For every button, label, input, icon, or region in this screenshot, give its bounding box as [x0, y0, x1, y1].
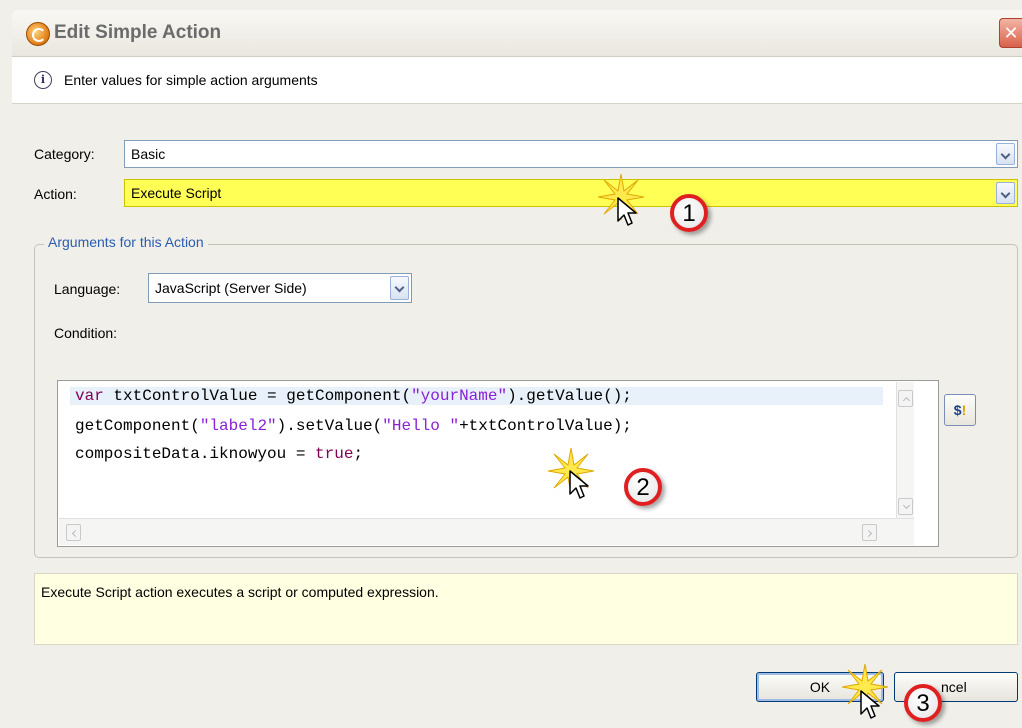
category-label: Category:	[34, 146, 95, 162]
app-logo-icon	[26, 22, 50, 46]
action-label: Action:	[34, 186, 77, 202]
script-editor[interactable]: var txtControlValue = getComponent("your…	[57, 380, 939, 547]
step-2-callout: 2	[624, 468, 662, 506]
close-icon: ✕	[1003, 23, 1019, 43]
scroll-right-icon[interactable]	[862, 524, 877, 541]
edit-simple-action-dialog: Edit Simple Action ✕ i Enter values for …	[0, 0, 1022, 728]
chevron-down-icon[interactable]	[996, 143, 1015, 165]
language-value: JavaScript (Server Side)	[155, 280, 307, 296]
cancel-button-label: ncel	[941, 679, 967, 695]
arguments-group-legend: Arguments for this Action	[44, 234, 208, 250]
code-line-1: var txtControlValue = getComponent("your…	[70, 387, 883, 405]
category-dropdown[interactable]: Basic	[124, 140, 1018, 168]
scroll-down-icon[interactable]	[898, 498, 913, 515]
step-3-callout: 3	[904, 684, 942, 722]
chevron-down-icon[interactable]	[996, 182, 1015, 204]
title-bar: Edit Simple Action ✕	[12, 10, 1022, 57]
mouse-cursor-icon	[569, 470, 589, 499]
scroll-left-icon[interactable]	[66, 524, 81, 541]
code-line-2: getComponent("label2").setValue("Hello "…	[75, 417, 632, 435]
info-icon: i	[34, 71, 52, 89]
mouse-cursor-icon	[860, 690, 880, 719]
script-editor-button[interactable]: $!	[944, 394, 976, 426]
info-message: Enter values for simple action arguments	[64, 72, 318, 88]
close-button[interactable]: ✕	[999, 18, 1022, 48]
code-line-3: compositeData.iknowyou = true;	[75, 445, 364, 463]
scroll-up-icon[interactable]	[898, 390, 913, 407]
description-panel: Execute Script action executes a script …	[34, 573, 1018, 645]
action-dropdown[interactable]: Execute Script	[124, 179, 1018, 207]
info-header: i Enter values for simple action argumen…	[12, 57, 1022, 104]
language-dropdown[interactable]: JavaScript (Server Side)	[148, 273, 412, 303]
step-1-callout: 1	[670, 194, 708, 232]
category-value: Basic	[131, 146, 166, 162]
mouse-cursor-icon	[617, 197, 637, 226]
description-text: Execute Script action executes a script …	[41, 584, 439, 600]
action-value: Execute Script	[131, 185, 222, 201]
language-label: Language:	[54, 281, 121, 297]
horizontal-scrollbar[interactable]	[59, 518, 914, 545]
condition-label: Condition:	[54, 325, 118, 341]
vertical-scrollbar[interactable]	[896, 382, 914, 519]
chevron-down-icon[interactable]	[390, 276, 409, 300]
dialog-title: Edit Simple Action	[54, 22, 222, 43]
